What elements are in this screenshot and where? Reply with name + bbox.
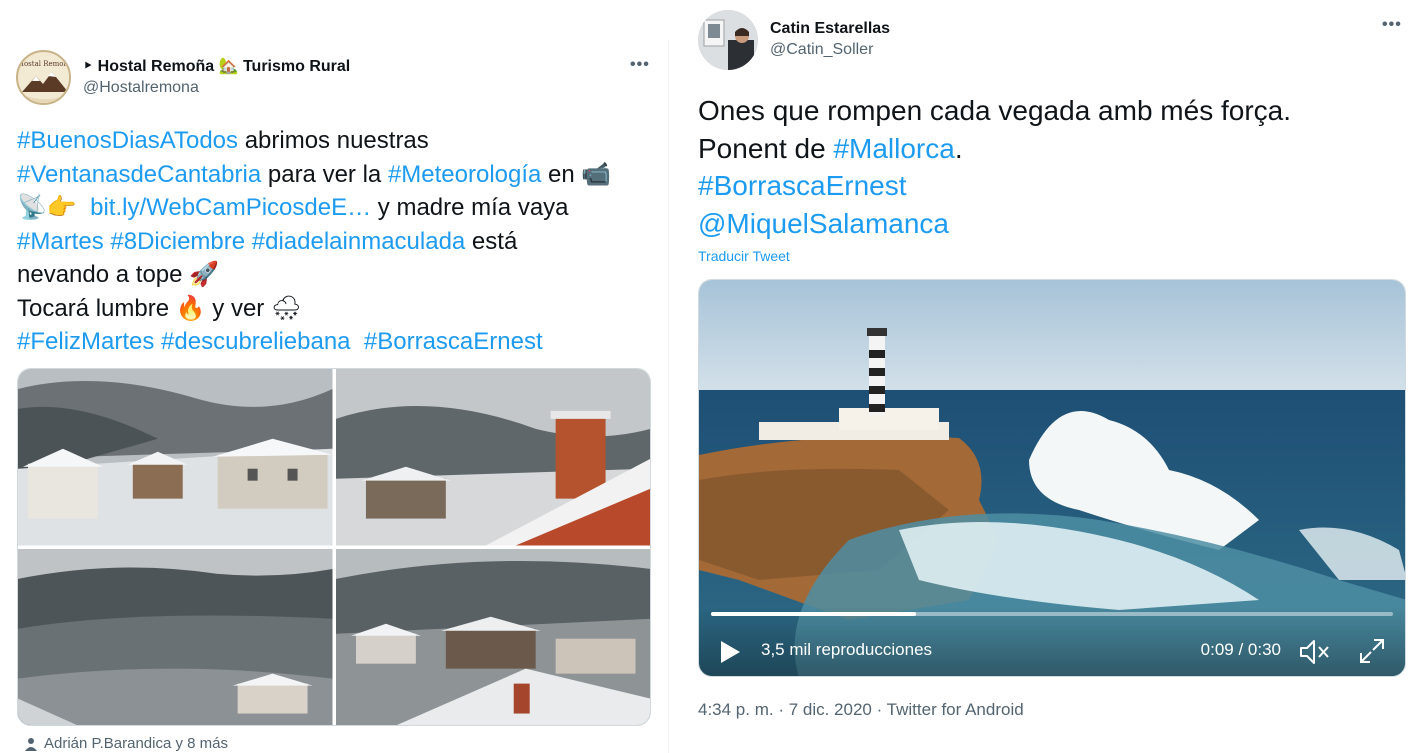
hashtag-link[interactable]: #diadelainmaculada [252, 228, 466, 255]
tweet-text-segment: está [465, 227, 518, 255]
tweet-header: Hostal Remoña ‣ Hostal Remoña 🏡 Turismo … [16, 50, 350, 105]
tweet-text-segment: en 📹 [541, 160, 612, 188]
hashtag-link[interactable]: #BorrascaErnest [698, 170, 907, 201]
tweet-header: Catin Estarellas @Catin_Soller [698, 10, 890, 70]
tweet-text-line: Ponent de #Mallorca. [698, 130, 1408, 168]
tweet-text-segment: . [954, 132, 963, 164]
tweet-hostal-remona: Hostal Remoña ‣ Hostal Remoña 🏡 Turismo … [0, 0, 668, 753]
tweet-text-line: 📡👉 bit.ly/WebCamPicosdeE… y madre mía va… [17, 191, 657, 225]
column-divider [668, 40, 669, 753]
snowy-village-photo-icon [18, 369, 333, 546]
tweet-text-segment [245, 228, 252, 255]
tweet-text-segment: nevando a tope 🚀 [17, 261, 220, 288]
tweet-text-segment [351, 328, 364, 355]
name-block: ‣ Hostal Remoña 🏡 Turismo Rural @Hostalr… [83, 57, 350, 99]
hashtag-link[interactable]: #FelizMartes [17, 328, 154, 355]
more-options-icon[interactable]: ••• [630, 56, 650, 74]
avatar[interactable]: Hostal Remoña [16, 50, 71, 105]
play-icon[interactable] [719, 640, 741, 664]
hashtag-link[interactable]: bit.ly/WebCamPicosdeE… [90, 194, 371, 221]
hashtag-link[interactable]: #BorrascaErnest [364, 328, 543, 355]
tweet-text-segment: 📡👉 [17, 194, 91, 221]
chimney-rooftops-photo-icon [335, 369, 650, 546]
snowy-forest-photo-icon [18, 548, 333, 725]
video-progress-fill [711, 612, 916, 616]
tweet-text: Ones que rompen cada vegada amb més forç… [698, 92, 1408, 242]
tweet-timestamp[interactable]: 4:34 p. m. · 7 dic. 2020 · Twitter for A… [698, 700, 1024, 720]
tweet-text-line: @MiquelSalamanca [698, 205, 1408, 243]
tweet-text-line: #FelizMartes #descubreliebana #BorrascaE… [17, 325, 657, 359]
tweet-text-segment: Tocará lumbre 🔥 y ver 🌨 [17, 294, 302, 322]
tweet-text-line: Ones que rompen cada vegada amb més forç… [698, 92, 1408, 130]
tweet-text-segment: Ponent de [698, 132, 834, 164]
svg-text:Hostal Remoña: Hostal Remoña [18, 60, 71, 68]
tweet-text-line: #BorrascaErnest [698, 167, 1408, 205]
photo-grid [17, 368, 651, 726]
display-name[interactable]: ‣ Hostal Remoña 🏡 Turismo Rural [83, 57, 350, 78]
tweet-text-segment: abrimos nuestras [238, 127, 429, 154]
hashtag-link[interactable]: #Martes [17, 228, 104, 255]
photo-4[interactable] [335, 548, 650, 725]
profile-photo-icon [698, 10, 758, 70]
hashtag-link[interactable]: #VentanasdeCantabria [17, 161, 261, 188]
tweet-text-line: Tocará lumbre 🔥 y ver 🌨 [17, 292, 657, 326]
handle[interactable]: @Catin_Soller [770, 40, 890, 61]
name-block: Catin Estarellas @Catin_Soller [770, 19, 890, 61]
village-roofs-photo-icon [335, 548, 650, 725]
hashtag-link[interactable]: #8Diciembre [110, 228, 245, 255]
translate-tweet-link[interactable]: Traducir Tweet [698, 248, 790, 264]
mute-icon[interactable] [1299, 638, 1331, 666]
liked-by-text: Adrián P.Barandica y 8 más [44, 735, 228, 752]
video-player[interactable]: 3,5 mil reproducciones 0:09 / 0:30 [698, 279, 1406, 677]
hashtag-link[interactable]: #descubreliebana [161, 328, 350, 355]
video-progress-bar[interactable] [711, 612, 1393, 616]
hashtag-link[interactable]: #BuenosDiasATodos [17, 127, 238, 154]
handle[interactable]: @Hostalremona [83, 78, 350, 99]
person-icon [25, 737, 37, 751]
tweet-catin-estarellas: Catin Estarellas @Catin_Soller ••• Ones … [680, 0, 1423, 753]
photo-2[interactable] [335, 369, 650, 546]
tweet-text-line: nevando a tope 🚀 [17, 258, 657, 292]
photo-3[interactable] [18, 548, 333, 725]
hostal-logo-icon: Hostal Remoña [18, 53, 71, 103]
tweet-text-segment: para ver la [261, 160, 388, 188]
avatar[interactable] [698, 10, 758, 70]
fullscreen-icon[interactable] [1359, 638, 1385, 664]
more-options-icon[interactable]: ••• [1382, 16, 1402, 34]
hashtag-link[interactable]: #Meteorología [388, 161, 541, 188]
tweet-text-segment: y madre mía vaya [371, 194, 569, 221]
tweet-text: #BuenosDiasATodos abrimos nuestras #Venta… [17, 124, 657, 359]
tweet-text-segment: Ones que rompen cada vegada amb més forç… [698, 95, 1292, 126]
hashtag-link[interactable]: @MiquelSalamanca [698, 208, 949, 239]
view-count: 3,5 mil reproducciones [761, 640, 933, 659]
tweet-text-line: #VentanasdeCantabria para ver la #Meteor… [17, 158, 657, 192]
photo-1[interactable] [18, 369, 333, 546]
liked-by[interactable]: Adrián P.Barandica y 8 más [24, 735, 228, 752]
video-time: 0:09 / 0:30 [1200, 640, 1281, 659]
tweet-text-line: #BuenosDiasATodos abrimos nuestras [17, 124, 657, 158]
display-name[interactable]: Catin Estarellas [770, 19, 890, 40]
tweet-text-line: #Martes #8Diciembre #diadelainmaculada e… [17, 225, 657, 259]
hashtag-link[interactable]: #Mallorca [833, 133, 954, 164]
